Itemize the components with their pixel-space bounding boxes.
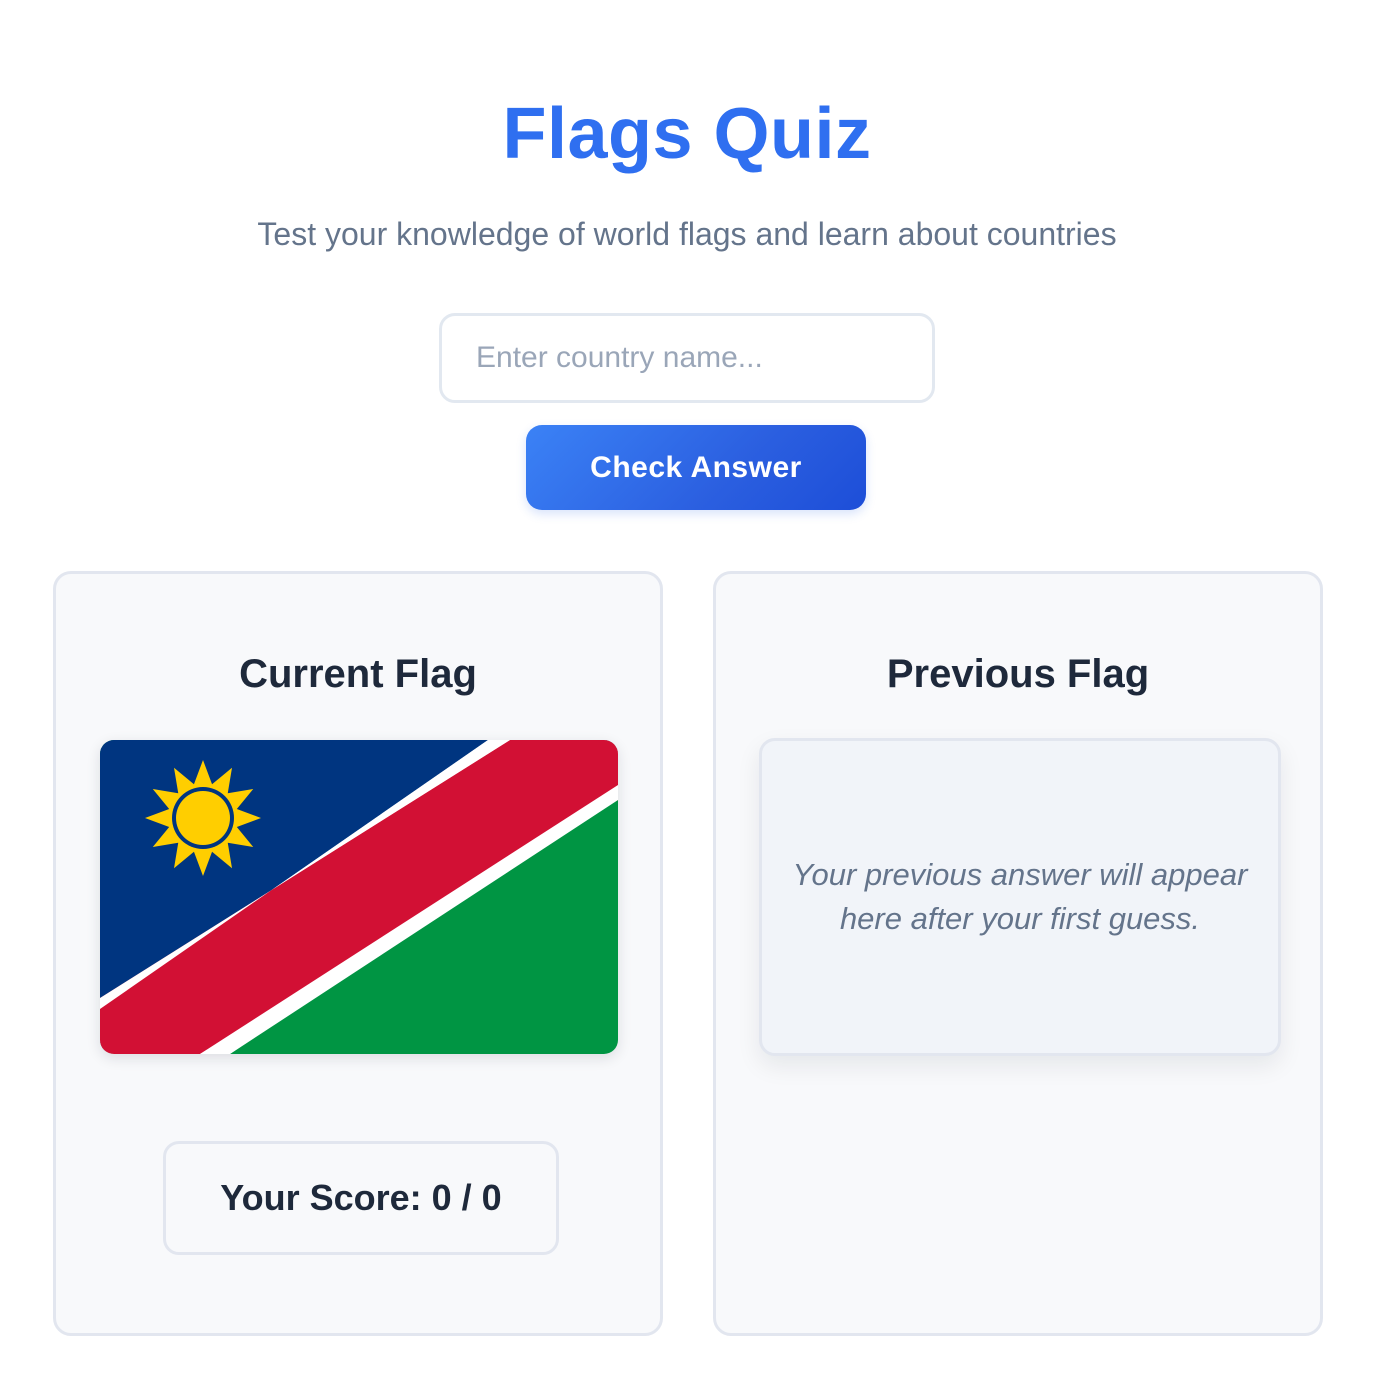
current-flag-title: Current Flag: [239, 652, 477, 696]
current-flag-card: Current Flag Your Score: 0 / 0: [53, 571, 663, 1336]
score-display: Your Score: 0 / 0: [163, 1141, 559, 1255]
page-title: Flags Quiz: [502, 94, 872, 174]
previous-flag-title: Previous Flag: [886, 652, 1150, 696]
namibia-flag-icon: [100, 740, 618, 1054]
sun-disc: [176, 791, 230, 845]
check-answer-button[interactable]: Check Answer: [526, 425, 866, 510]
previous-flag-card: Previous Flag Your previous answer will …: [713, 571, 1323, 1336]
score-label: Your Score:: [220, 1177, 422, 1218]
page-subtitle: Test your knowledge of world flags and l…: [257, 216, 1117, 252]
country-answer-input[interactable]: [439, 313, 935, 403]
flag-image: [100, 740, 618, 1054]
score-value: 0 / 0: [431, 1177, 502, 1218]
previous-answer-placeholder: Your previous answer will appear here af…: [759, 738, 1281, 1056]
previous-answer-text: Your previous answer will appear here af…: [792, 857, 1248, 936]
flags-quiz-page: Flags Quiz Test your knowledge of world …: [0, 0, 1374, 1388]
